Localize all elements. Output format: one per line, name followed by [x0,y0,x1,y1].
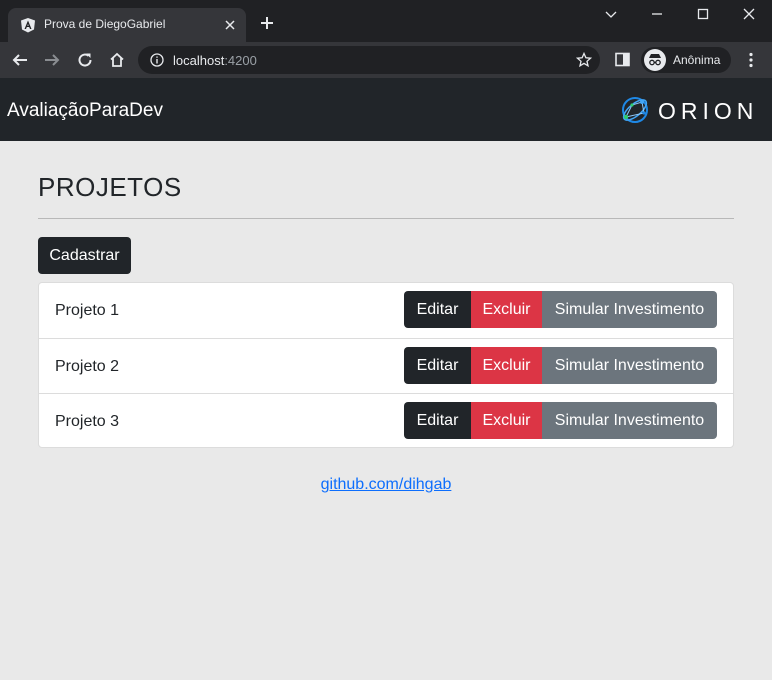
orion-logo-text: ORION [658,98,758,124]
projects-list: Projeto 1 Editar Excluir Simular Investi… [38,282,734,448]
browser-tab[interactable]: Prova de DiegoGabriel [8,8,246,42]
profile-label: Anônima [673,53,721,67]
reload-icon[interactable] [76,51,94,69]
browser-titlebar: Prova de DiegoGabriel [0,0,772,42]
maximize-icon[interactable] [695,6,711,22]
browser-toolbar: localhost:4200 Anônima [0,42,772,78]
tab-title: Prova de DiegoGabriel [44,17,166,31]
bookmark-star-icon[interactable] [576,52,592,68]
edit-button[interactable]: Editar [404,347,471,384]
simulate-investment-button[interactable]: Simular Investimento [542,291,717,328]
delete-button[interactable]: Excluir [471,291,542,328]
cadastrar-button[interactable]: Cadastrar [38,237,131,274]
simulate-investment-button[interactable]: Simular Investimento [542,347,717,384]
title-divider [38,218,734,219]
angular-favicon-icon [21,18,35,33]
url-text: localhost:4200 [173,53,257,68]
edit-button[interactable]: Editar [404,291,471,328]
delete-button[interactable]: Excluir [471,347,542,384]
github-link[interactable]: github.com/dihgab [321,476,452,493]
edit-button[interactable]: Editar [404,402,471,439]
close-window-icon[interactable] [741,6,757,22]
app-navbar: AvaliaçãoParaDev ORION [0,78,772,141]
kebab-menu-icon[interactable] [744,52,758,68]
home-icon[interactable] [108,51,126,69]
side-panel-icon[interactable] [615,52,630,67]
forward-arrow-icon[interactable] [43,51,61,69]
footer: github.com/dihgab [0,476,772,494]
list-item: Projeto 2 Editar Excluir Simular Investi… [39,338,733,393]
page-title: PROJETOS [38,172,182,202]
minimize-icon[interactable] [649,6,665,22]
chevron-down-icon[interactable] [603,6,619,22]
list-item: Projeto 1 Editar Excluir Simular Investi… [39,283,733,338]
project-name: Projeto 2 [55,358,120,375]
incognito-icon [644,49,666,71]
navbar-brand[interactable]: AvaliaçãoParaDev [7,100,163,122]
address-bar[interactable]: localhost:4200 [138,46,600,74]
close-tab-icon[interactable] [222,17,238,33]
back-arrow-icon[interactable] [11,51,29,69]
delete-button[interactable]: Excluir [471,402,542,439]
profile-button[interactable]: Anônima [641,47,731,73]
new-tab-icon[interactable] [259,15,275,31]
orion-logo: ORION [622,97,758,124]
list-item: Projeto 3 Editar Excluir Simular Investi… [39,393,733,448]
info-icon[interactable] [150,53,164,67]
project-name: Projeto 1 [55,302,120,319]
simulate-investment-button[interactable]: Simular Investimento [542,402,717,439]
project-name: Projeto 3 [55,413,120,430]
